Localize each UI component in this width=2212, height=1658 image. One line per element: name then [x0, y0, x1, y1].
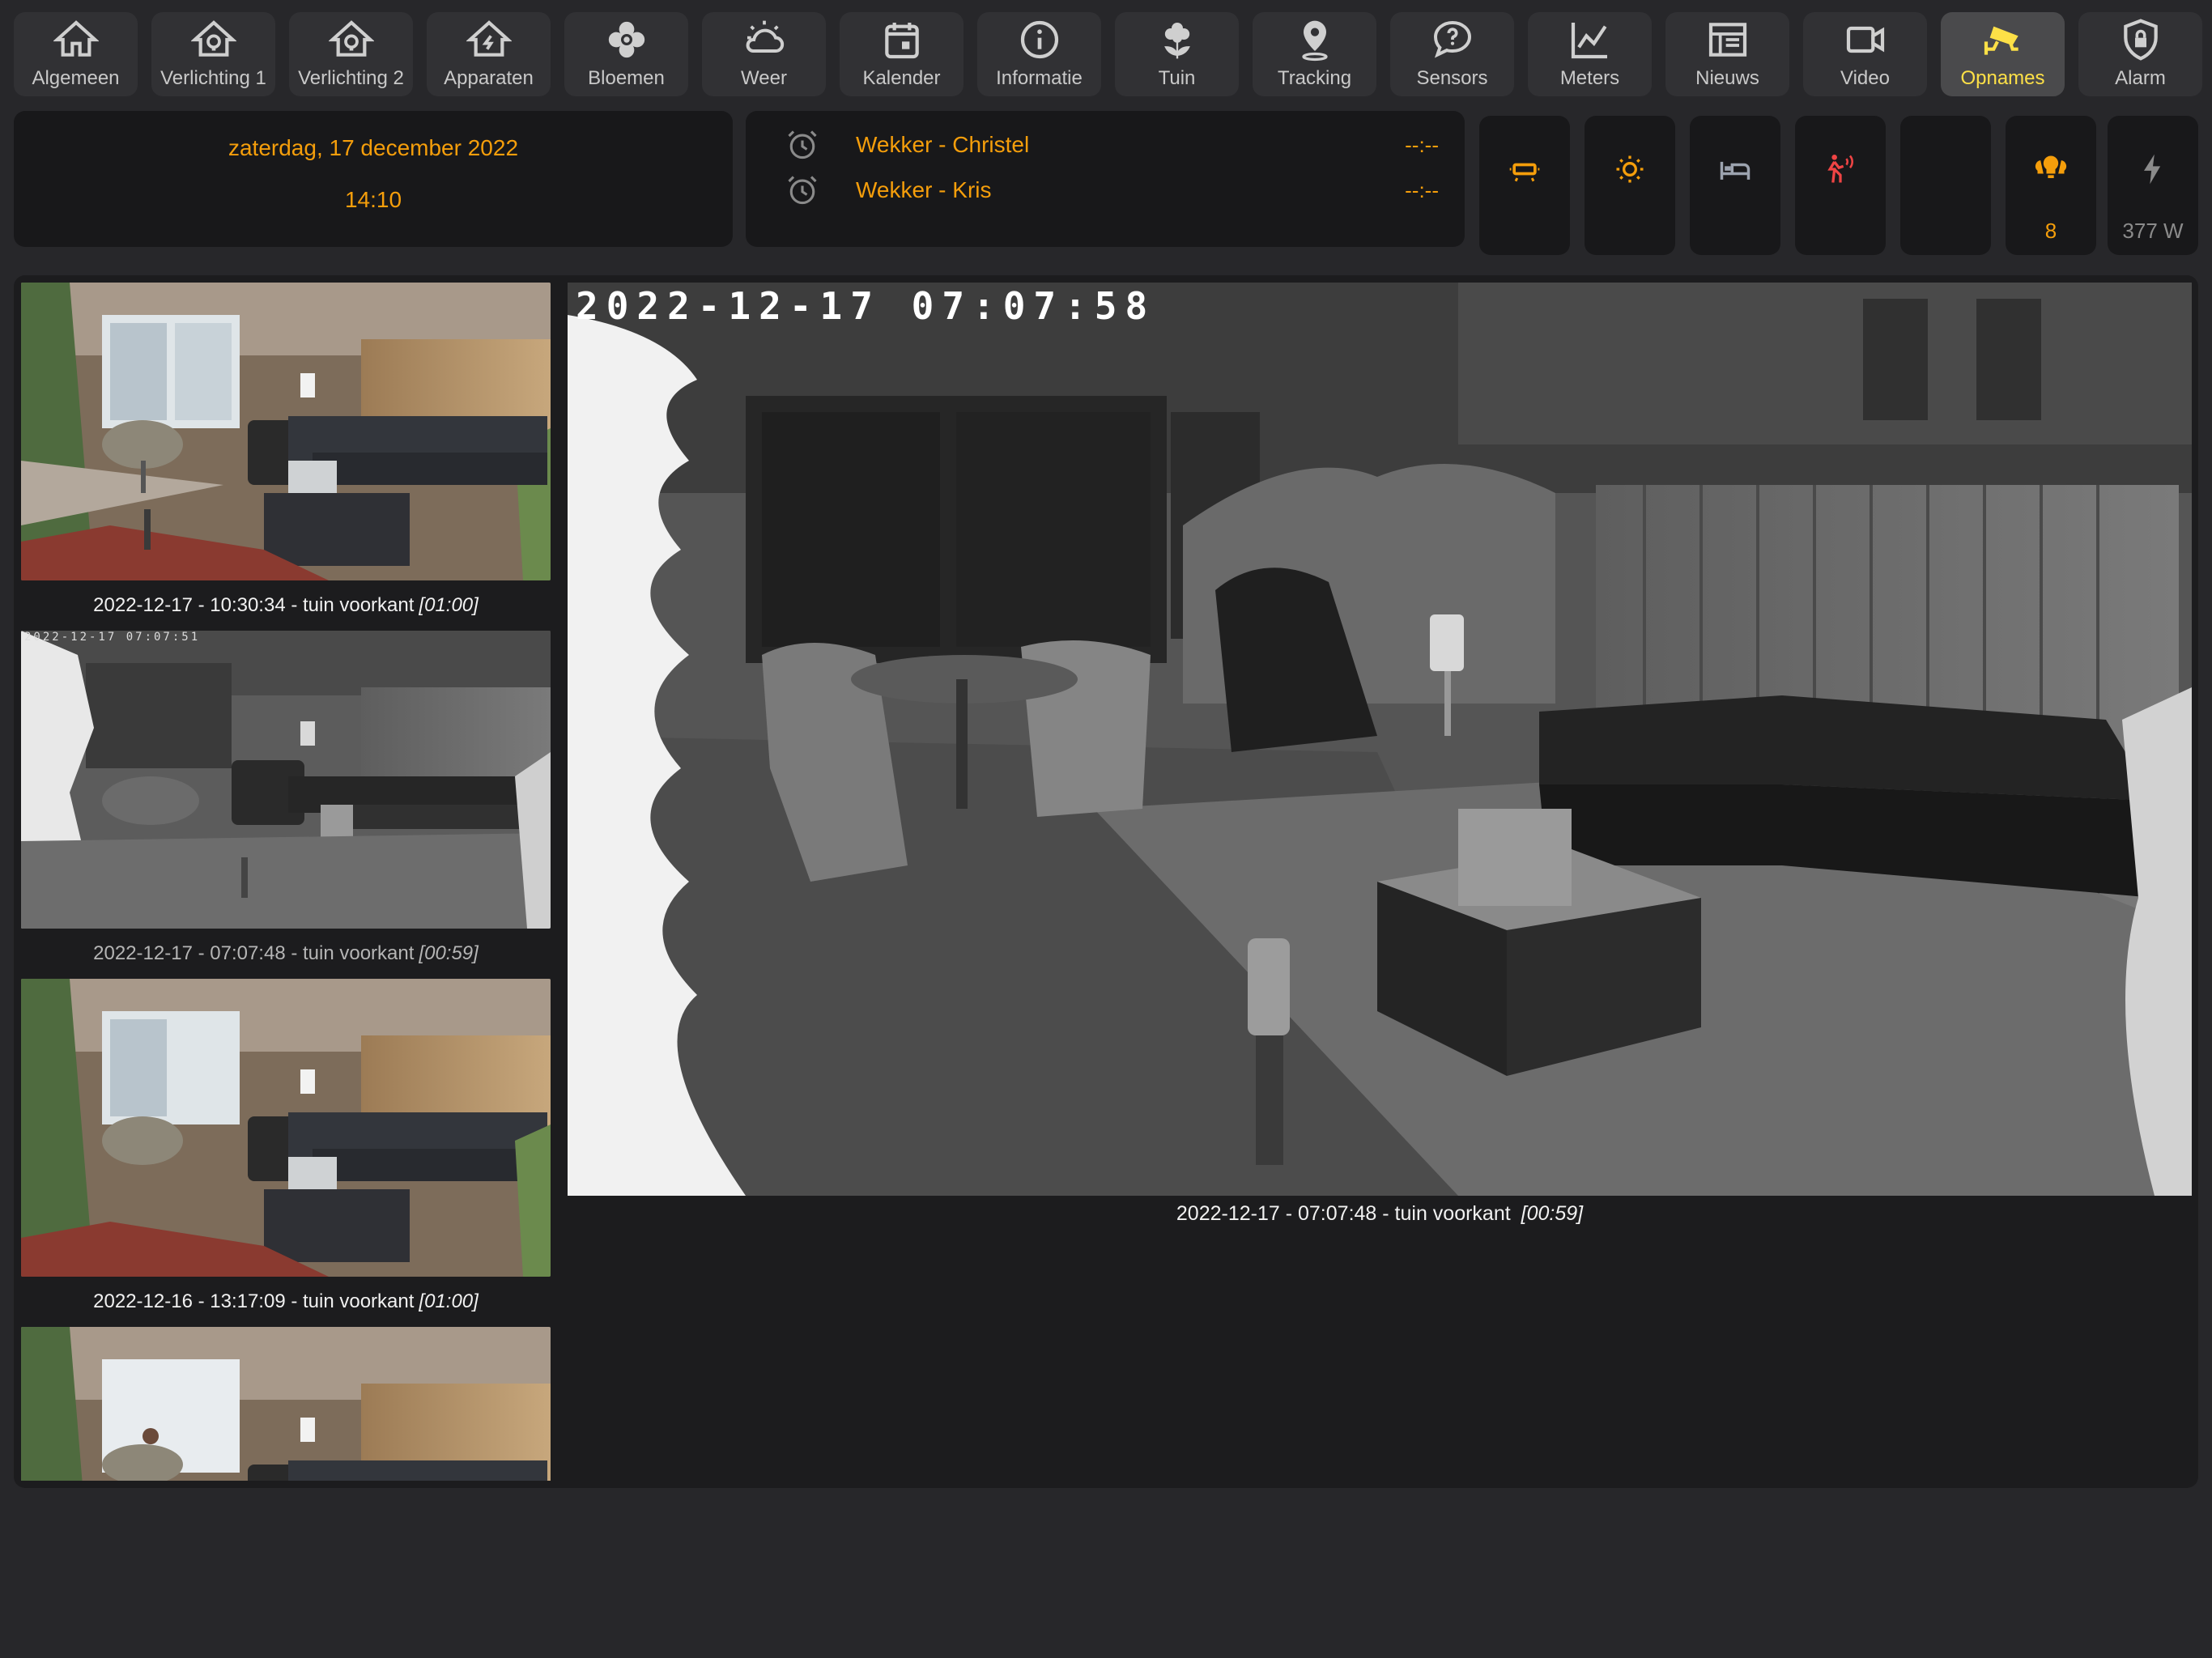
recording-caption[interactable]: 2022-12-17 - 10:30:34 - tuin voorkant [0… — [21, 580, 551, 631]
cctv-icon — [1984, 26, 2018, 55]
weather-icon — [746, 20, 784, 53]
tab-tuin[interactable]: Tuin — [1115, 12, 1239, 96]
bed-icon — [1720, 161, 1750, 180]
tab-label: Bloemen — [588, 67, 665, 89]
video-camera-icon — [1846, 26, 1884, 53]
tab-label: Tuin — [1158, 67, 1196, 89]
tab-label: Verlichting 2 — [298, 67, 404, 89]
camera-timestamp-overlay: 2022-12-17 07:07:58 — [576, 284, 1156, 328]
tab-label: Opnames — [1960, 67, 2045, 89]
alarm-clock-icon — [788, 176, 817, 205]
tab-label: Nieuws — [1695, 67, 1759, 89]
calendar-icon — [884, 23, 919, 59]
tab-algemeen[interactable]: Algemeen — [14, 12, 138, 96]
motion-sensor-tile[interactable] — [1795, 116, 1886, 255]
home-light-icon — [328, 20, 374, 57]
tab-kalender[interactable]: Kalender — [840, 12, 963, 96]
tab-alarm[interactable]: Alarm — [2078, 12, 2202, 96]
tab-label: Weer — [741, 67, 787, 89]
current-date: zaterdag, 17 december 2022 — [228, 135, 519, 160]
tab-label: Apparaten — [444, 67, 534, 89]
tab-bloemen[interactable]: Bloemen — [564, 12, 688, 96]
alarm-row-kris[interactable]: Wekker - Kris --:-- — [785, 168, 1439, 213]
brightness-tile[interactable] — [1585, 116, 1675, 255]
recording-thumbnail[interactable] — [21, 283, 551, 580]
tab-label: Video — [1840, 67, 1890, 89]
tab-label: Sensors — [1416, 67, 1488, 89]
current-time: 14:10 — [344, 187, 402, 212]
recording-player[interactable]: 2022-12-17 07:07:58 — [568, 283, 2192, 1196]
motion-sensor-icon — [1827, 155, 1853, 183]
alarm-time: --:-- — [1405, 177, 1439, 202]
tab-label: Algemeen — [32, 67, 120, 89]
recording-title: 2022-12-17 - 10:30:34 - tuin voorkant — [93, 594, 415, 616]
chart-line-icon — [1571, 23, 1607, 59]
lightning-bolt-icon — [2144, 154, 2161, 185]
alarm-name: Wekker - Christel — [856, 132, 1030, 157]
alarm-clock-icon — [788, 130, 817, 159]
empty-status-tile[interactable] — [1900, 116, 1991, 255]
help-bubble-icon — [1433, 21, 1471, 58]
home-icon — [53, 20, 99, 57]
tab-verlichting-1[interactable]: Verlichting 1 — [151, 12, 275, 96]
recording-list[interactable]: 2022-12-17 - 10:30:34 - tuin voorkant [0… — [21, 283, 551, 1481]
flower-tulip-icon — [1163, 23, 1190, 59]
tab-label: Alarm — [2115, 67, 2166, 89]
player-duration: [00:59] — [1521, 1202, 1584, 1225]
tab-meters[interactable]: Meters — [1528, 12, 1652, 96]
tab-informatie[interactable]: Informatie — [977, 12, 1101, 96]
datetime-panel: zaterdag, 17 december 2022 14:10 — [14, 111, 733, 247]
recording-duration: [01:00] — [419, 594, 479, 616]
alarm-time: --:-- — [1405, 132, 1439, 157]
power-usage-tile[interactable]: 377 W — [2108, 116, 2198, 255]
lightbulb-group-icon — [2035, 155, 2067, 178]
recording-caption-selected[interactable]: 2022-12-17 - 07:07:48 - tuin voorkant [0… — [21, 929, 551, 979]
lights-on-count: 8 — [2044, 219, 2057, 243]
home-bolt-icon — [466, 20, 512, 57]
tab-weer[interactable]: Weer — [702, 12, 826, 96]
tv-ambilight-icon — [1509, 163, 1540, 182]
recording-thumbnail[interactable]: 2022-12-17 07:07:51 — [21, 631, 551, 929]
bed-tile[interactable] — [1690, 116, 1780, 255]
recording-thumbnail[interactable] — [21, 979, 551, 1277]
tab-label: Informatie — [996, 67, 1083, 89]
tab-bar: Algemeen Verlichting 1 Verlichting 2 App… — [14, 12, 2202, 96]
tab-sensors[interactable]: Sensors — [1390, 12, 1514, 96]
flower-icon — [608, 21, 644, 58]
recording-title: 2022-12-17 - 07:07:48 - tuin voorkant — [93, 942, 415, 964]
recordings-area: 2022-12-17 - 10:30:34 - tuin voorkant [0… — [14, 275, 2198, 1488]
newspaper-icon — [1708, 23, 1746, 57]
player-title: 2022-12-17 - 07:07:48 - tuin voorkant — [1176, 1202, 1511, 1225]
tab-label: Verlichting 1 — [160, 67, 266, 89]
recording-duration: [00:59] — [419, 942, 479, 964]
tab-label: Kalender — [862, 67, 941, 89]
alarm-clock-panel: Wekker - Christel --:-- Wekker - Kris --… — [746, 111, 1465, 247]
shield-lock-icon — [2123, 19, 2158, 61]
tv-ambilight-tile[interactable] — [1479, 116, 1570, 255]
tab-verlichting-2[interactable]: Verlichting 2 — [289, 12, 413, 96]
recording-caption[interactable]: 2022-12-16 - 13:17:09 - tuin voorkant [0… — [21, 1277, 551, 1327]
recording-duration: [01:00] — [419, 1290, 479, 1312]
brightness-icon — [1616, 155, 1644, 183]
power-usage-value: 377 W — [2122, 219, 2184, 243]
alarm-row-christel[interactable]: Wekker - Christel --:-- — [785, 122, 1439, 168]
tab-tracking[interactable]: Tracking — [1253, 12, 1376, 96]
camera-timestamp-overlay: 2022-12-17 07:07:51 — [24, 631, 201, 644]
home-light-icon — [190, 20, 236, 57]
player-caption: 2022-12-17 - 07:07:48 - tuin voorkant [0… — [568, 1202, 2192, 1235]
tab-label: Meters — [1559, 67, 1620, 89]
tab-label: Tracking — [1277, 67, 1352, 89]
tab-apparaten[interactable]: Apparaten — [427, 12, 551, 96]
info-icon — [1020, 20, 1058, 59]
recording-title: 2022-12-16 - 13:17:09 - tuin voorkant — [93, 1290, 415, 1312]
recording-thumbnail[interactable] — [21, 1327, 551, 1481]
alarm-name: Wekker - Kris — [856, 177, 992, 202]
tab-opnames[interactable]: Opnames — [1941, 12, 2065, 96]
tab-nieuws[interactable]: Nieuws — [1665, 12, 1789, 96]
tab-video[interactable]: Video — [1803, 12, 1927, 96]
map-marker-icon — [1301, 20, 1328, 62]
lights-on-tile[interactable]: 8 — [2006, 116, 2096, 255]
